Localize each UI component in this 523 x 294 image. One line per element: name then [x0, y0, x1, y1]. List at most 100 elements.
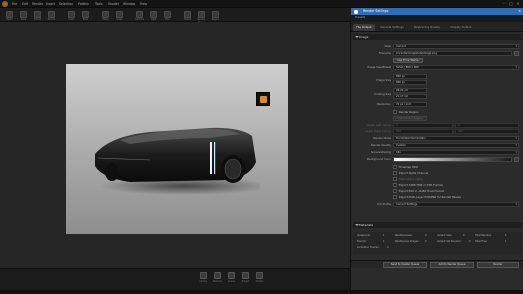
presets-menu[interactable]: Presets — [355, 15, 365, 19]
move-icon[interactable] — [102, 10, 109, 18]
premultiply-alpha-checkbox[interactable] — [393, 177, 397, 181]
lrc-x-field[interactable]: 800 — [393, 129, 453, 134]
render-region-checkbox[interactable] — [393, 110, 397, 114]
toolbar-label: Light — [150, 18, 157, 21]
main-toolbar: Open Save Import Render Undo Redo Move S… — [0, 8, 350, 24]
export-hdr-checkbox[interactable] — [393, 183, 397, 187]
menu-file[interactable]: File — [12, 2, 17, 7]
render-icon[interactable] — [48, 10, 55, 18]
tab-raytracing-quality[interactable]: Raytracing Quality — [409, 24, 445, 31]
render-queue-icon[interactable] — [198, 10, 205, 18]
status-bar — [0, 290, 523, 294]
image-width-field[interactable]: 800 px — [393, 74, 427, 79]
stat-label: Renderpass Images: — [395, 240, 420, 243]
camera-icon[interactable] — [136, 10, 143, 18]
render-preview-camera-icon[interactable] — [256, 92, 270, 106]
dock-label: Library — [199, 280, 208, 283]
stat-value: 1 — [505, 240, 507, 243]
add-to-render-queue-button[interactable]: Add to Render Queue — [430, 262, 474, 268]
material-icon[interactable] — [214, 272, 221, 279]
icc-profile-dropdown[interactable]: Current Settings — [393, 202, 519, 207]
tonemap-hdr-checkbox[interactable] — [393, 165, 397, 169]
printing-height-field[interactable]: 21.17 cm — [393, 94, 427, 99]
scale-icon[interactable] — [116, 10, 123, 18]
dock-label: Scene — [228, 280, 235, 283]
menu-selection[interactable]: Selection — [59, 2, 73, 7]
use-time-stamp-button[interactable]: Use Time Stamp — [393, 58, 423, 63]
redo-icon[interactable] — [82, 10, 89, 18]
export-layers-label: Export Multi-Layer EXR/PSD for Render Pa… — [399, 195, 462, 199]
region-icon[interactable] — [212, 10, 219, 18]
panel-close-icon[interactable]: × — [518, 8, 521, 15]
dock-label: Material — [213, 280, 222, 283]
stat-label: Total Files: — [475, 240, 488, 243]
render-button[interactable]: Render — [477, 262, 519, 268]
ulc-y-field[interactable]: 0 — [455, 123, 519, 128]
toolbar-label: Import — [33, 18, 42, 21]
menu-pattern[interactable]: Pattern — [78, 2, 89, 7]
menu-help[interactable]: Help — [140, 2, 147, 7]
image-height-field[interactable]: 600 px — [393, 80, 427, 85]
filename-field[interactable]: C:\render\snapshots\image.png — [393, 51, 512, 56]
import-icon[interactable] — [34, 10, 41, 18]
menu-render[interactable]: Render — [32, 2, 43, 7]
section-metadata[interactable]: Metadata — [353, 222, 522, 228]
background-color-swatch[interactable] — [393, 157, 512, 162]
render-mode-label: Render Mode — [373, 136, 391, 140]
render-dock-icon[interactable] — [256, 272, 263, 279]
supersampling-dropdown[interactable]: 16x — [393, 150, 519, 155]
export-alpha-checkbox[interactable] — [393, 171, 397, 175]
close-icon[interactable]: × — [515, 1, 521, 7]
printing-size-label: Printing Size — [374, 92, 391, 96]
send-to-cluster-queue-button[interactable]: Send to Cluster Queue — [383, 262, 427, 268]
menu-edit[interactable]: Edit — [22, 2, 28, 7]
minimize-icon[interactable]: – — [501, 1, 507, 7]
library-icon[interactable] — [200, 272, 207, 279]
toolbar-label: Render — [47, 18, 56, 21]
stat-value: 0 — [469, 240, 471, 243]
lrc-y-field[interactable]: 600 — [455, 129, 519, 134]
car-render-image — [95, 127, 260, 194]
stat-label: Variant Sets: — [437, 234, 453, 237]
printing-width-field[interactable]: 28.22 cm — [393, 88, 427, 93]
background-color-picker-button[interactable] — [514, 157, 519, 162]
undo-icon[interactable] — [68, 10, 75, 18]
export-layers-checkbox[interactable] — [393, 195, 397, 199]
scene-icon[interactable] — [228, 272, 235, 279]
export-hdr-label: Export 32Bit HDR or EXR Format — [399, 183, 443, 187]
stat-value: 0 — [463, 234, 465, 237]
menu-tools[interactable]: Tools — [95, 2, 103, 7]
tab-file-output[interactable]: File Output — [353, 24, 375, 31]
export-alpha-label: Export Alpha Channel — [399, 171, 429, 175]
viewport[interactable] — [0, 22, 350, 268]
use-current-region-button[interactable]: Use Current Region — [393, 116, 427, 121]
export-exr-checkbox[interactable] — [393, 189, 397, 193]
ulc-x-field[interactable]: 0 — [393, 123, 453, 128]
image-size-preset-dropdown[interactable]: SVGA | 800 x 600 — [393, 65, 519, 70]
resolution-field[interactable]: 72 px / inch — [393, 102, 427, 107]
maximize-icon[interactable]: □ — [508, 1, 514, 7]
browse-button[interactable] — [514, 51, 519, 56]
render-mode-dropdown[interactable]: Full Global Illumination — [393, 136, 519, 141]
section-image[interactable]: Image — [353, 34, 522, 40]
toolbar-label: Save — [20, 18, 27, 21]
render-quality-dropdown[interactable]: Custom — [393, 143, 519, 148]
tab-display-output[interactable]: Display Output — [446, 24, 476, 31]
lower-right-corner-label: Lower Right Corner — [365, 129, 391, 133]
environment-icon[interactable] — [164, 10, 171, 18]
tab-general-settings[interactable]: General Settings — [376, 24, 408, 31]
stat-label: Animation Frames: — [357, 246, 380, 249]
menu-window[interactable]: Window — [123, 2, 135, 7]
app-logo-icon — [2, 1, 8, 7]
light-icon[interactable] — [150, 10, 157, 18]
save-icon[interactable] — [20, 10, 27, 18]
open-icon[interactable] — [6, 10, 13, 18]
stat-value: 0 — [425, 234, 427, 237]
stat-label: Frames: — [357, 240, 367, 243]
menu-insert[interactable]: Insert — [46, 2, 55, 7]
view-dropdown[interactable]: Current — [393, 44, 519, 49]
menu-shader[interactable]: Shader — [108, 2, 119, 7]
project-icon[interactable] — [242, 272, 249, 279]
render-quality-label: Render Quality — [370, 143, 391, 147]
output-icon[interactable] — [184, 10, 191, 18]
